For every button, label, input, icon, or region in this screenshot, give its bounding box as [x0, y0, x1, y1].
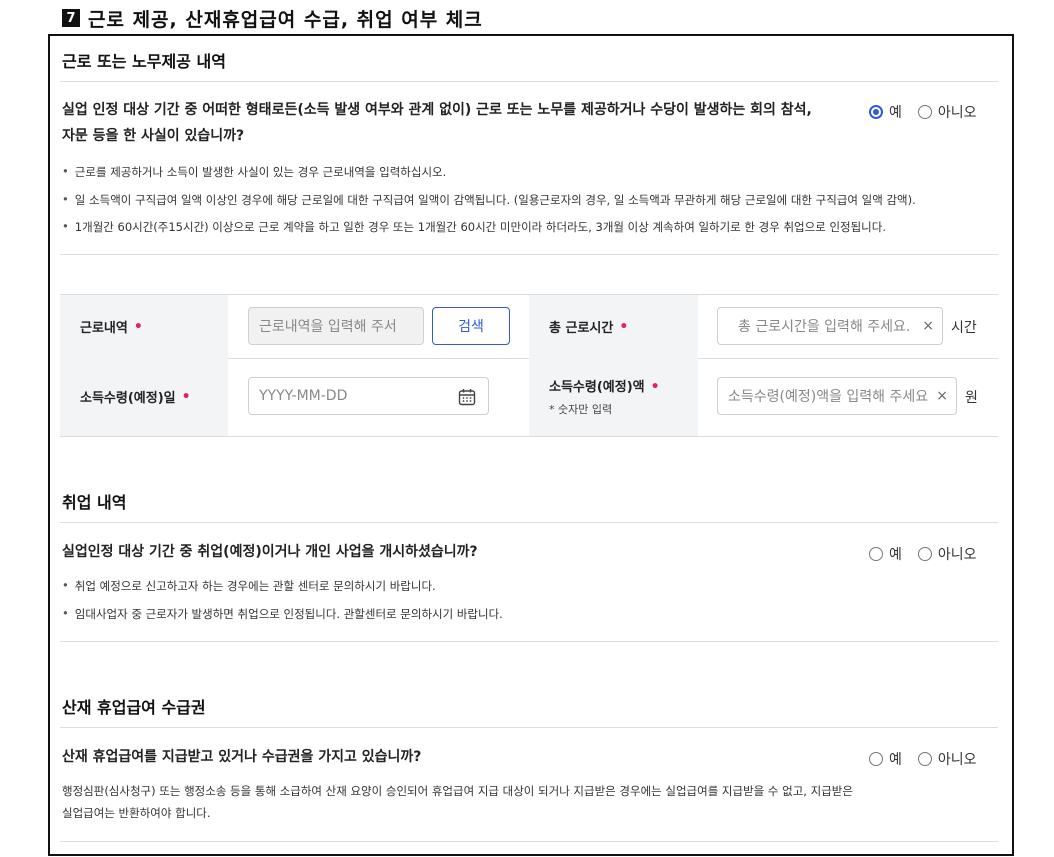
industrial-radio-yes[interactable]: [869, 752, 883, 766]
income-amount-input[interactable]: 소득수령(예정)액을 입력해 주세요 ×: [717, 377, 957, 415]
section-number: 7: [62, 9, 80, 27]
required-mark: •: [650, 379, 660, 395]
work-bullet: • 근로를 제공하거나 소득이 발생한 사실이 있는 경우 근로내역을 입력하십시…: [62, 164, 447, 179]
employment-bullet: • 임대사업자 중 근로자가 발생하면 취업으로 인정됩니다. 관할센터로 문의하…: [62, 606, 503, 621]
work-bullet-text: 일 소득액이 구직급여 일액 이상인 경우에 해당 근로일에 대한 구직급여 일…: [74, 193, 916, 207]
industrial-question: 산재 휴업급여를 지급받고 있거나 수급권을 가지고 있습니까?: [62, 749, 422, 765]
employment-radio-yes-label[interactable]: 예: [889, 544, 902, 564]
form-row: 근로내역 • 근로내역을 입력해 주서 검색 총 근로시간 • 총 근로시간을 입력…: [60, 294, 998, 359]
industrial-radio-yes-label[interactable]: 예: [889, 749, 902, 769]
industrial-radio-no[interactable]: [917, 752, 932, 766]
divider: [60, 81, 998, 82]
work-radio-no[interactable]: [917, 105, 932, 119]
income-date-label: 소득수령(예정)일 •: [60, 357, 228, 436]
work-details-label: 근로내역 •: [60, 295, 228, 358]
employment-question: 실업인정 대상 기간 중 취업(예정)이거나 개인 사업을 개시하셨습니까?: [62, 544, 478, 560]
industrial-section-title: 산재 휴업급여 수급권: [62, 698, 206, 717]
total-hours-input[interactable]: 총 근로시간을 입력해 주세요. ×: [717, 307, 943, 345]
divider: [60, 522, 998, 523]
work-bullet: • 1개월간 60시간(주15시간) 이상으로 근로 계약을 하고 일한 경우 또…: [62, 219, 886, 234]
total-hours-label: 총 근로시간 •: [529, 295, 698, 358]
employment-radio-group: 예 아니오: [869, 544, 987, 564]
work-bullet-text: 1개월간 60시간(주15시간) 이상으로 근로 계약을 하고 일한 경우 또는…: [74, 220, 886, 234]
employment-radio-yes[interactable]: [869, 547, 883, 561]
industrial-note: 행정심판(심사청구) 또는 행정소송 등을 통해 소급하여 산재 요양이 승인되…: [62, 783, 853, 821]
calendar-icon[interactable]: [458, 388, 476, 406]
divider: [60, 727, 998, 728]
work-question-line2: 자문 등을 한 사실이 있습니까?: [62, 128, 245, 144]
divider: [60, 254, 998, 255]
industrial-note-line2: 실업급여는 반환하여야 합니다.: [62, 806, 211, 820]
employment-section-title: 취업 내역: [62, 493, 127, 512]
industrial-radio-group: 예 아니오: [869, 749, 987, 769]
clear-icon[interactable]: ×: [932, 388, 948, 404]
required-mark: •: [181, 388, 191, 405]
required-mark: •: [619, 318, 629, 335]
work-bullet: • 일 소득액이 구직급여 일액 이상인 경우에 해당 근로일에 대한 구직급여 …: [62, 192, 916, 207]
work-section-title: 근로 또는 노무제공 내역: [62, 52, 226, 71]
amount-unit: 원: [965, 390, 978, 406]
work-question-line1: 실업 인정 대상 기간 중 어떠한 형태로든(소득 발생 여부와 관계 없이) …: [62, 102, 812, 118]
work-bullet-text: 근로를 제공하거나 소득이 발생한 사실이 있는 경우 근로내역을 입력하십시오…: [74, 165, 447, 179]
section-heading: 7 근로 제공, 산재휴업급여 수급, 취업 여부 체크: [62, 6, 483, 31]
section-title: 근로 제공, 산재휴업급여 수급, 취업 여부 체크: [88, 8, 483, 31]
work-radio-yes[interactable]: [869, 105, 883, 119]
number-only-note: * 숫자만 입력: [549, 403, 613, 416]
work-radio-group: 예 아니오: [869, 102, 987, 122]
required-mark: •: [133, 318, 143, 335]
income-amount-label: 소득수령(예정)액 • * 숫자만 입력: [529, 357, 698, 436]
search-button[interactable]: 검색: [432, 307, 510, 345]
employment-bullet-text: 취업 예정으로 신고하고자 하는 경우에는 관할 센터로 문의하시기 바랍니다.: [74, 579, 436, 593]
section-frame: [48, 34, 1014, 856]
divider: [60, 641, 998, 642]
employment-radio-no-label[interactable]: 아니오: [938, 544, 977, 564]
income-date-input[interactable]: YYYY-MM-DD: [248, 377, 489, 415]
clear-icon[interactable]: ×: [918, 318, 934, 334]
work-details-input[interactable]: 근로내역을 입력해 주서: [248, 307, 424, 345]
hours-unit: 시간: [951, 320, 977, 336]
employment-bullet: • 취업 예정으로 신고하고자 하는 경우에는 관할 센터로 문의하시기 바랍니다…: [62, 578, 436, 593]
work-radio-yes-label[interactable]: 예: [889, 102, 902, 122]
work-details-form: 근로내역 • 근로내역을 입력해 주서 검색 총 근로시간 • 총 근로시간을 입력…: [60, 294, 998, 437]
industrial-note-line1: 행정심판(심사청구) 또는 행정소송 등을 통해 소급하여 산재 요양이 승인되…: [62, 784, 853, 798]
industrial-radio-no-label[interactable]: 아니오: [938, 749, 977, 769]
divider: [60, 841, 998, 842]
employment-radio-no[interactable]: [917, 547, 932, 561]
form-row: 소득수령(예정)일 • YYYY-MM-DD 소득수령(예정)액 • * 숫자만 입…: [60, 357, 998, 437]
employment-bullet-text: 임대사업자 중 근로자가 발생하면 취업으로 인정됩니다. 관할센터로 문의하시…: [74, 607, 503, 621]
work-question: 실업 인정 대상 기간 중 어떠한 형태로든(소득 발생 여부와 관계 없이) …: [62, 97, 812, 149]
work-radio-no-label[interactable]: 아니오: [938, 102, 977, 122]
